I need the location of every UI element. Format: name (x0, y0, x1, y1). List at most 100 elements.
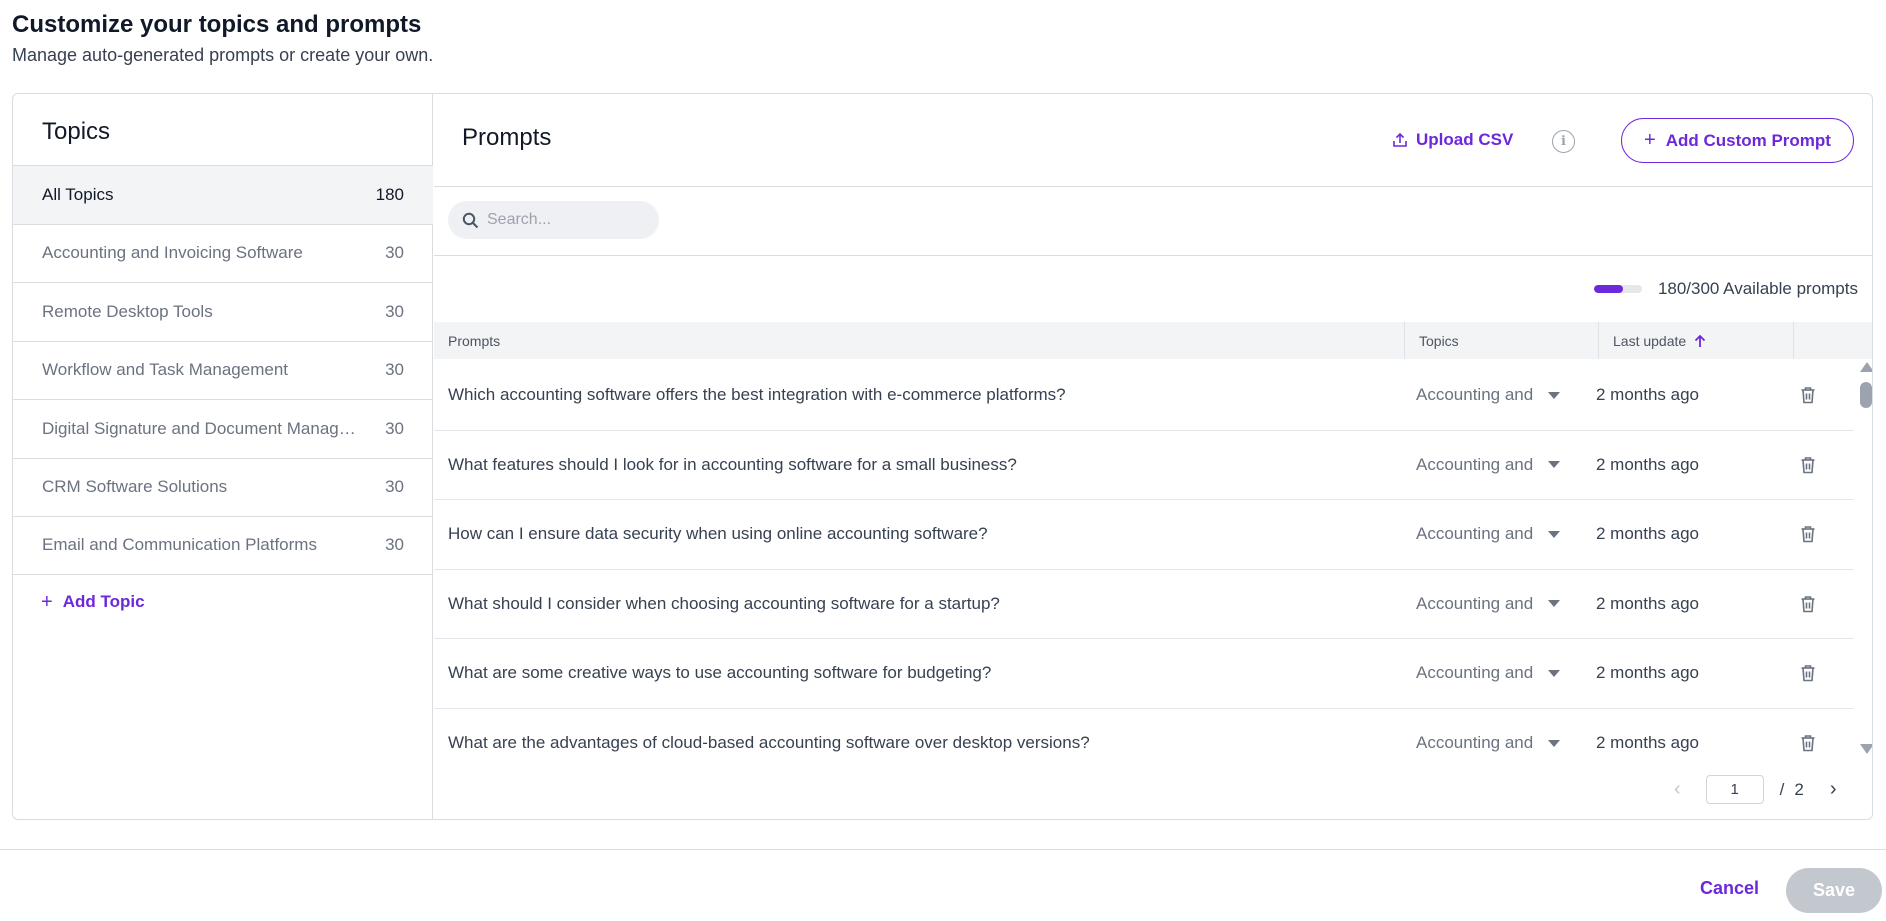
plus-icon: + (1644, 129, 1656, 151)
add-topic-label: Add Topic (62, 592, 145, 611)
table-row: What are some creative ways to use accou… (434, 639, 1854, 709)
trash-icon (1801, 456, 1815, 474)
topic-dropdown[interactable]: Accounting and Invoicing Software (1416, 709, 1560, 779)
scroll-down-arrow[interactable] (1860, 744, 1872, 754)
info-icon[interactable]: i (1552, 130, 1575, 153)
prompt-text: Which accounting software offers the bes… (448, 385, 1066, 405)
topic-dropdown[interactable]: Accounting and Invoicing Software (1416, 639, 1560, 708)
topic-item-remote-desktop[interactable]: Remote Desktop Tools 30 (13, 282, 433, 341)
topic-item-crm[interactable]: CRM Software Solutions 30 (13, 457, 433, 517)
column-header-last-update[interactable]: Last update (1599, 322, 1794, 359)
column-header-topics[interactable]: Topics (1405, 322, 1599, 359)
prompts-table-body: Which accounting software offers the bes… (434, 361, 1854, 778)
topic-dropdown-value: Accounting and Invoicing Software (1416, 385, 1538, 405)
caret-down-icon (1548, 669, 1560, 677)
topic-label: Digital Signature and Document Manage... (42, 418, 362, 438)
delete-prompt-button[interactable] (1800, 639, 1816, 708)
next-page-button[interactable]: › (1830, 778, 1837, 801)
topic-label: Accounting and Invoicing Software (42, 243, 303, 263)
topic-item-workflow[interactable]: Workflow and Task Management 30 (13, 340, 433, 400)
plus-icon: + (41, 591, 53, 613)
table-header: Prompts Topics Last update (434, 322, 1872, 359)
topic-label: Email and Communication Platforms (42, 535, 317, 555)
page-number-input[interactable] (1705, 775, 1764, 804)
page-total: 2 (1794, 779, 1804, 799)
prompt-text: What are some creative ways to use accou… (448, 663, 992, 683)
prompts-header: Prompts Upload CSV i + Add Custom Prompt (434, 94, 1872, 187)
add-custom-prompt-button[interactable]: + Add Custom Prompt (1621, 118, 1854, 163)
prompt-text: What features should I look for in accou… (448, 454, 1017, 474)
delete-prompt-button[interactable] (1800, 431, 1816, 500)
last-update-text: 2 months ago (1596, 663, 1700, 683)
search-box[interactable] (448, 201, 659, 239)
column-header-prompts[interactable]: Prompts (434, 322, 1405, 359)
topic-dropdown[interactable]: Accounting and Invoicing Software (1416, 431, 1560, 500)
topics-list: All Topics 180 Accounting and Invoicing … (13, 165, 433, 575)
topic-dropdown-value: Accounting and Invoicing Software (1416, 733, 1538, 753)
topic-dropdown-value: Accounting and Invoicing Software (1416, 663, 1538, 683)
topic-dropdown-value: Accounting and Invoicing Software (1416, 454, 1538, 474)
search-input[interactable] (487, 211, 637, 229)
topic-dropdown[interactable]: Accounting and Invoicing Software (1416, 361, 1560, 430)
topic-item-accounting[interactable]: Accounting and Invoicing Software 30 (13, 223, 433, 283)
caret-down-icon (1548, 739, 1560, 747)
delete-prompt-button[interactable] (1800, 500, 1816, 569)
table-row: What should I consider when choosing acc… (434, 570, 1854, 639)
search-icon (462, 212, 479, 228)
scroll-thumb[interactable] (1860, 382, 1872, 408)
topic-count: 30 (385, 301, 404, 321)
available-prompts: 180/300 Available prompts (1593, 279, 1858, 299)
prompts-title: Prompts (462, 124, 552, 151)
cancel-button[interactable]: Cancel (1700, 878, 1759, 899)
topic-item-all-topics[interactable]: All Topics 180 (13, 165, 433, 224)
trash-icon (1801, 735, 1815, 752)
topic-count: 30 (385, 418, 404, 438)
page-subtitle: Manage auto-generated prompts or create … (12, 45, 434, 65)
available-prompts-text: 180/300 Available prompts (1657, 279, 1858, 298)
delete-prompt-button[interactable] (1800, 361, 1816, 430)
page-header: Customize your topics and prompts Manage… (12, 10, 433, 66)
table-row: What features should I look for in accou… (434, 431, 1854, 500)
upload-icon (1393, 132, 1407, 147)
topics-title: Topics (42, 118, 111, 145)
last-update-text: 2 months ago (1596, 385, 1700, 405)
prompt-text: What should I consider when choosing acc… (448, 593, 1000, 613)
topic-item-digital-signature[interactable]: Digital Signature and Document Manage...… (13, 399, 433, 458)
upload-csv-button[interactable]: Upload CSV (1392, 130, 1513, 150)
prev-page-button[interactable]: ‹ (1674, 778, 1681, 801)
table-row: Which accounting software offers the bes… (434, 361, 1854, 431)
page-separator: / (1779, 779, 1785, 799)
topic-dropdown[interactable]: Accounting and Invoicing Software (1416, 500, 1560, 569)
pagination: ‹ / 2 › (1674, 775, 1837, 804)
topic-label: Remote Desktop Tools (42, 301, 213, 321)
trash-icon (1801, 595, 1815, 613)
table-scrollbar[interactable] (1858, 362, 1872, 754)
scroll-up-arrow[interactable] (1860, 362, 1872, 372)
trash-icon (1801, 665, 1815, 682)
save-button[interactable]: Save (1786, 868, 1882, 913)
topic-label: Workflow and Task Management (42, 360, 288, 380)
topic-count: 30 (385, 477, 404, 497)
prompts-panel: Prompts Upload CSV i + Add Custom Prompt (434, 94, 1872, 819)
topic-dropdown-value: Accounting and Invoicing Software (1416, 593, 1538, 613)
table-row: What are the advantages of cloud-based a… (434, 709, 1854, 779)
last-update-text: 2 months ago (1596, 454, 1700, 474)
delete-prompt-button[interactable] (1800, 570, 1816, 639)
last-update-text: 2 months ago (1596, 524, 1700, 544)
topic-label: CRM Software Solutions (42, 477, 228, 497)
topic-count: 180 (375, 184, 404, 204)
caret-down-icon (1548, 391, 1560, 399)
footer-divider (0, 849, 1886, 850)
add-topic-button[interactable]: + Add Topic (41, 592, 145, 612)
topic-item-email[interactable]: Email and Communication Platforms 30 (13, 516, 433, 575)
topics-panel: Topics All Topics 180 Accounting and Inv… (13, 94, 433, 819)
delete-prompt-button[interactable] (1800, 709, 1816, 779)
table-row: How can I ensure data security when usin… (434, 500, 1854, 570)
topic-dropdown[interactable]: Accounting and Invoicing Software (1416, 570, 1560, 639)
caret-down-icon (1548, 600, 1560, 608)
available-progress-fill (1593, 285, 1623, 293)
arrow-up-icon (1695, 334, 1706, 347)
caret-down-icon (1548, 530, 1560, 538)
topic-dropdown-value: Accounting and Invoicing Software (1416, 524, 1538, 544)
prompt-text: How can I ensure data security when usin… (448, 524, 988, 544)
